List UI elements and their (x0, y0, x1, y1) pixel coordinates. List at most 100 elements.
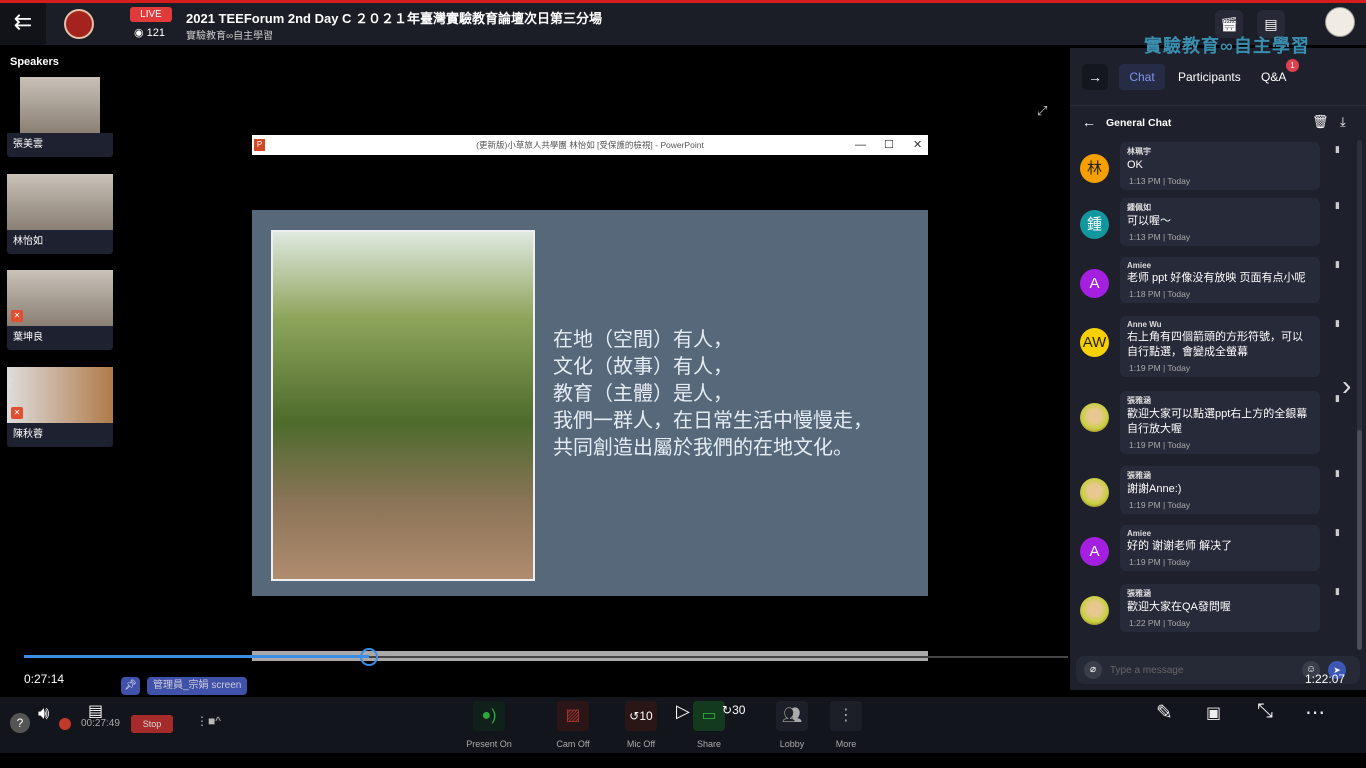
sender-name: 張雅涵 (1127, 589, 1151, 598)
download-icon[interactable]: ⤓ (1340, 114, 1346, 130)
mic-muted-icon: ✕ (11, 310, 23, 322)
sender-name: Amiee (1127, 529, 1152, 538)
minimize-icon[interactable]: — (855, 135, 866, 155)
event-subtitle: 實驗教育∞自主學習 (186, 31, 274, 42)
user-avatar[interactable] (1325, 7, 1355, 37)
collapse-panel-icon[interactable]: → (1082, 64, 1108, 90)
record-time: 00:27:49 (81, 718, 120, 729)
speaker-name: 葉坤良 (7, 326, 113, 350)
tab-chat[interactable]: Chat (1119, 64, 1165, 90)
delete-message-icon[interactable]: ▮ (1335, 393, 1340, 404)
back-arrow-icon[interactable]: ← (1082, 114, 1096, 130)
paperclip-icon[interactable]: ⌀ (1084, 661, 1102, 679)
sender-avatar: A (1080, 537, 1109, 566)
message-time: 1:19 PM | Today (1129, 440, 1191, 450)
mic-label: Mic Off (626, 739, 656, 749)
message-text: OK (1127, 159, 1143, 171)
pin-icon[interactable]: 📌︎ (121, 677, 140, 695)
window-title: (更新版)小草旅人共學團 林怡如 [受保護的檢視] - PowerPoint (476, 140, 704, 150)
message-time: 1:13 PM | Today (1129, 232, 1191, 242)
scrollbar-thumb[interactable] (1357, 430, 1362, 650)
delete-message-icon[interactable]: ▮ (1335, 200, 1340, 211)
speakers-label: Speakers (10, 56, 59, 68)
layout-icon[interactable]: ⋮■^ (196, 714, 232, 734)
live-badge: LIVE (130, 7, 172, 22)
present-button[interactable]: ●) Present On (466, 701, 512, 749)
trash-icon[interactable]: 🗑︎ (1312, 114, 1329, 130)
cam-button[interactable]: ▨ Cam Off (555, 701, 591, 749)
speaker-tile[interactable]: 張美雲 (7, 77, 113, 157)
progress-handle[interactable] (359, 648, 378, 666)
volume-icon[interactable]: 🔊︎ (38, 703, 49, 724)
current-time: 0:27:14 (24, 672, 65, 686)
message-time: 1:22 PM | Today (1129, 618, 1191, 628)
powerpoint-icon: P (254, 139, 265, 151)
forward-30-icon[interactable]: ↻30 (722, 703, 745, 717)
rewind-label: 10 (639, 709, 653, 723)
slide-photo (271, 230, 535, 581)
qa-badge: 1 (1286, 59, 1299, 72)
slide-text: 在地（空間）有人， 文化（故事）有人， 教育（主體）是人， 我們一群人，在日常生… (553, 326, 873, 461)
chevron-left-icon[interactable]: ‹ (6, 366, 15, 397)
message-bubble: Anne Wu 右上角有四個箭頭的方形符號，可以自行點選，會變成全螢幕 1:19 P… (1120, 316, 1320, 377)
more-button[interactable]: ⋮ More (828, 701, 864, 749)
speaker-tile[interactable]: 林怡如 (7, 174, 113, 254)
message-bubble: 鍾佩如 可以喔～ 1:13 PM | Today (1120, 198, 1320, 246)
slide-line: 我們一群人，在日常生活中慢慢走， (553, 408, 873, 432)
cam-off-icon: ▨ (557, 701, 589, 731)
tab-qa[interactable]: Q&A (1261, 70, 1286, 84)
delete-message-icon[interactable]: ▮ (1335, 468, 1340, 479)
speaker-name: 林怡如 (7, 230, 113, 254)
exit-fullscreen-icon[interactable]: ⤡ (1257, 700, 1273, 723)
chevron-right-icon[interactable]: › (1342, 370, 1351, 402)
delete-message-icon[interactable]: ▮ (1335, 318, 1340, 329)
present-icon: ●) (473, 701, 505, 731)
sender-avatar: A (1080, 269, 1109, 298)
delete-message-icon[interactable]: ▮ (1335, 259, 1340, 270)
picture-in-picture-icon[interactable]: ▣ (1206, 703, 1221, 723)
chat-header: ← General Chat 🗑︎ ⤓ (1070, 105, 1366, 139)
sender-name: 張雅涵 (1127, 396, 1151, 405)
pencil-icon[interactable]: ✎ (1156, 700, 1173, 725)
people-icon: 👥︎ (776, 701, 808, 731)
close-icon[interactable]: ✕ (913, 135, 922, 155)
sender-avatar: 鍾 (1080, 210, 1109, 239)
delete-message-icon[interactable]: ▮ (1335, 527, 1340, 538)
fullscreen-icon[interactable]: ⤢ (1037, 103, 1047, 119)
screen-share-chip[interactable]: 管理員_宗娟 screen (147, 677, 248, 695)
mic-button[interactable]: ↺10 Mic Off (623, 701, 659, 749)
slide-line: 教育（主體）是人， (553, 381, 733, 405)
sender-avatar: 林 (1080, 154, 1109, 183)
speaker-video (20, 77, 100, 133)
lobby-button[interactable]: 👥︎ Lobby (774, 701, 810, 749)
message-bubble: 林珮宇 OK 1:13 PM | Today (1120, 142, 1320, 190)
slide-line: 在地（空間）有人， (553, 327, 733, 351)
message-time: 1:13 PM | Today (1129, 176, 1191, 186)
sender-avatar (1080, 403, 1109, 432)
stop-button[interactable]: Stop (131, 715, 173, 733)
speaker-tile[interactable]: ✕ 陳秋蓉 (7, 367, 113, 447)
maximize-icon[interactable]: ☐ (884, 135, 894, 155)
delete-message-icon[interactable]: ▮ (1335, 586, 1340, 597)
message-bubble: 張雅涵 謝謝Anne:) 1:19 PM | Today (1120, 466, 1320, 514)
chat-title: General Chat (1106, 117, 1172, 129)
share-label: Share (696, 739, 722, 749)
message-time: 1:19 PM | Today (1129, 363, 1191, 373)
sender-name: Anne Wu (1127, 320, 1162, 329)
help-icon[interactable]: ? (10, 713, 30, 733)
speaker-video (7, 174, 113, 230)
viewer-count-value: 121 (146, 27, 166, 39)
message-text: 歡迎大家在QA發問喔 (1127, 601, 1231, 613)
message-time: 1:19 PM | Today (1129, 500, 1191, 510)
sender-name: 鍾佩如 (1127, 203, 1151, 212)
message-bubble: 張雅涵歡迎大家在QA發問喔 1:22 PM | Today (1120, 584, 1320, 632)
tab-participants[interactable]: Participants (1178, 70, 1241, 84)
message-text: 老师 ppt 好像没有放映 页面有点小呢 (1127, 272, 1306, 284)
back-menu-icon[interactable]: ⇇ (0, 3, 46, 45)
delete-message-icon[interactable]: ▮ (1335, 144, 1340, 155)
more-horizontal-icon[interactable]: ⋯ (1305, 700, 1325, 725)
message-input[interactable] (1110, 661, 1290, 679)
speaker-tile[interactable]: ✕ 葉坤良 (7, 270, 113, 350)
cam-label: Cam Off (556, 739, 590, 749)
play-icon[interactable]: ▷ (676, 701, 690, 722)
